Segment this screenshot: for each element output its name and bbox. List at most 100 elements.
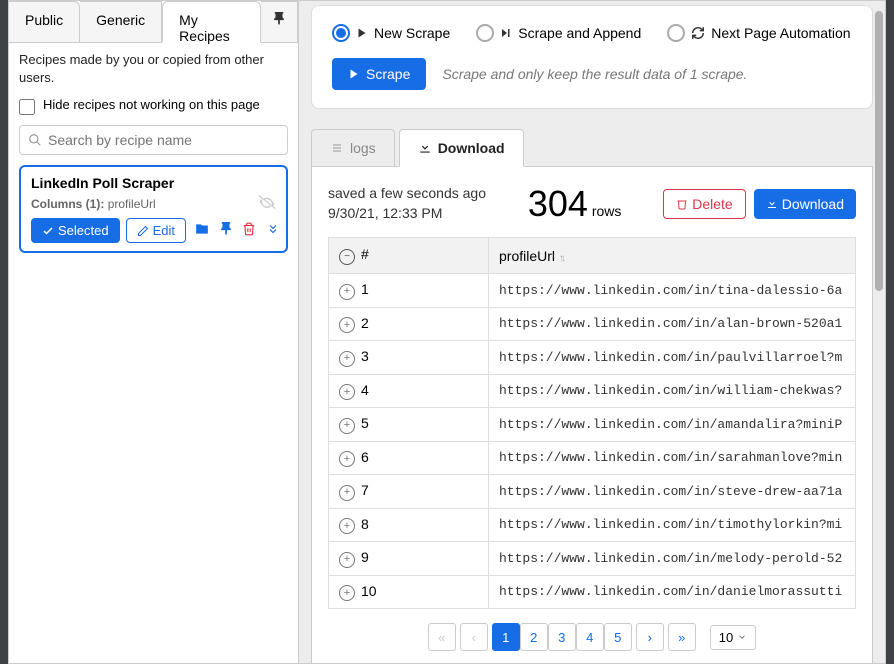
row-number[interactable]: +2 [329, 307, 489, 341]
row-url[interactable]: https://www.linkedin.com/in/paulvillarro… [489, 341, 856, 375]
scrape-hint: Scrape and only keep the result data of … [442, 66, 747, 82]
recipe-title: LinkedIn Poll Scraper [31, 175, 276, 191]
expand-icon[interactable]: + [339, 518, 355, 534]
page-first[interactable]: « [428, 623, 456, 651]
tab-download[interactable]: Download [399, 129, 524, 167]
expand-icon[interactable]: + [339, 552, 355, 568]
eye-off-icon[interactable] [258, 195, 276, 212]
radio-next-page[interactable]: Next Page Automation [667, 24, 850, 42]
play-icon [348, 67, 360, 81]
row-number[interactable]: +10 [329, 575, 489, 609]
expand-icon[interactable]: + [339, 284, 355, 300]
radio-icon [667, 24, 685, 42]
thumbtack-icon [273, 12, 285, 26]
expand-icon[interactable]: + [339, 485, 355, 501]
page-1[interactable]: 1 [492, 623, 520, 651]
recipe-search-box[interactable] [19, 125, 288, 155]
search-icon [28, 133, 42, 147]
expand-icon[interactable]: + [339, 585, 355, 601]
trash-icon [676, 198, 688, 210]
row-number[interactable]: +7 [329, 475, 489, 509]
sidebar: Public Generic My Recipes Recipes made b… [9, 1, 299, 663]
row-url[interactable]: https://www.linkedin.com/in/timothylorki… [489, 508, 856, 542]
recipe-search-input[interactable] [48, 132, 279, 148]
tab-pin[interactable] [261, 1, 298, 42]
row-url[interactable]: https://www.linkedin.com/in/danielmorass… [489, 575, 856, 609]
recipe-card[interactable]: LinkedIn Poll Scraper Columns (1): profi… [19, 165, 288, 253]
row-number[interactable]: +9 [329, 542, 489, 576]
tab-public[interactable]: Public [9, 1, 80, 42]
saved-info: saved a few seconds ago 9/30/21, 12:33 P… [328, 184, 486, 223]
expand-icon[interactable]: + [339, 418, 355, 434]
tab-logs[interactable]: logs [311, 129, 395, 166]
row-number[interactable]: +8 [329, 508, 489, 542]
list-icon [330, 142, 344, 154]
scrollbar-thumb[interactable] [875, 11, 883, 291]
page-last[interactable]: » [668, 623, 696, 651]
row-url[interactable]: https://www.linkedin.com/in/william-chek… [489, 374, 856, 408]
chevrons-down-icon[interactable] [264, 220, 282, 241]
row-number[interactable]: +3 [329, 341, 489, 375]
scrape-button[interactable]: Scrape [332, 58, 426, 90]
pin-icon[interactable] [218, 220, 234, 241]
page-2[interactable]: 2 [520, 623, 548, 651]
download-button[interactable]: Download [754, 189, 856, 219]
download-icon [766, 198, 778, 210]
col-profileurl[interactable]: profileUrl↑↓ [489, 238, 856, 274]
table-row: +5https://www.linkedin.com/in/amandalira… [329, 408, 856, 442]
table-row: +1https://www.linkedin.com/in/tina-dales… [329, 274, 856, 308]
row-count: 304 rows [528, 183, 622, 225]
sidebar-description: Recipes made by you or copied from other… [19, 51, 288, 87]
row-url[interactable]: https://www.linkedin.com/in/amandalira?m… [489, 408, 856, 442]
scrape-options-panel: New Scrape Scrape and Append Next Page A… [311, 5, 873, 109]
hide-recipes-checkbox-row[interactable]: Hide recipes not working on this page [19, 97, 288, 115]
selected-button[interactable]: Selected [31, 218, 120, 243]
table-row: +2https://www.linkedin.com/in/alan-brown… [329, 307, 856, 341]
main-panel: New Scrape Scrape and Append Next Page A… [299, 1, 885, 663]
row-url[interactable]: https://www.linkedin.com/in/sarahmanlove… [489, 441, 856, 475]
play-icon [356, 26, 368, 40]
page-next[interactable]: › [636, 623, 664, 651]
page-3[interactable]: 3 [548, 623, 576, 651]
table-row: +10https://www.linkedin.com/in/danielmor… [329, 575, 856, 609]
page-5[interactable]: 5 [604, 623, 632, 651]
hide-recipes-checkbox[interactable] [19, 99, 35, 115]
expand-icon[interactable]: + [339, 384, 355, 400]
tab-generic[interactable]: Generic [80, 1, 162, 42]
row-number[interactable]: +1 [329, 274, 489, 308]
expand-icon[interactable]: + [339, 351, 355, 367]
col-number[interactable]: −# [329, 238, 489, 274]
page-4[interactable]: 4 [576, 623, 604, 651]
delete-button[interactable]: Delete [663, 189, 745, 219]
table-row: +8https://www.linkedin.com/in/timothylor… [329, 508, 856, 542]
table-row: +3https://www.linkedin.com/in/paulvillar… [329, 341, 856, 375]
page-size-select[interactable]: 10 [710, 625, 756, 650]
trash-icon[interactable] [240, 220, 258, 241]
results-table: −# profileUrl↑↓ +1https://www.linkedin.c… [328, 237, 856, 609]
expand-icon[interactable]: + [339, 317, 355, 333]
check-icon [42, 225, 54, 237]
table-row: +9https://www.linkedin.com/in/melody-per… [329, 542, 856, 576]
row-url[interactable]: https://www.linkedin.com/in/melody-perol… [489, 542, 856, 576]
refresh-icon [691, 26, 705, 40]
row-number[interactable]: +5 [329, 408, 489, 442]
expand-icon[interactable]: + [339, 451, 355, 467]
tab-my-recipes[interactable]: My Recipes [162, 1, 261, 43]
row-url[interactable]: https://www.linkedin.com/in/tina-dalessi… [489, 274, 856, 308]
hide-recipes-label: Hide recipes not working on this page [43, 97, 260, 112]
row-number[interactable]: +6 [329, 441, 489, 475]
row-url[interactable]: https://www.linkedin.com/in/alan-brown-5… [489, 307, 856, 341]
sort-icon: ↑↓ [559, 253, 563, 264]
row-url[interactable]: https://www.linkedin.com/in/steve-drew-a… [489, 475, 856, 509]
page-prev[interactable]: ‹ [460, 623, 488, 651]
radio-new-scrape[interactable]: New Scrape [332, 24, 450, 42]
table-row: +4https://www.linkedin.com/in/william-ch… [329, 374, 856, 408]
row-number[interactable]: +4 [329, 374, 489, 408]
pencil-icon [137, 225, 149, 237]
folder-icon[interactable] [192, 220, 212, 241]
edit-button[interactable]: Edit [126, 218, 186, 243]
result-tabs: logs Download [311, 129, 873, 167]
step-forward-icon [500, 26, 512, 40]
radio-scrape-append[interactable]: Scrape and Append [476, 24, 641, 42]
pagination: « ‹ 12345 › » 10 [328, 623, 856, 651]
